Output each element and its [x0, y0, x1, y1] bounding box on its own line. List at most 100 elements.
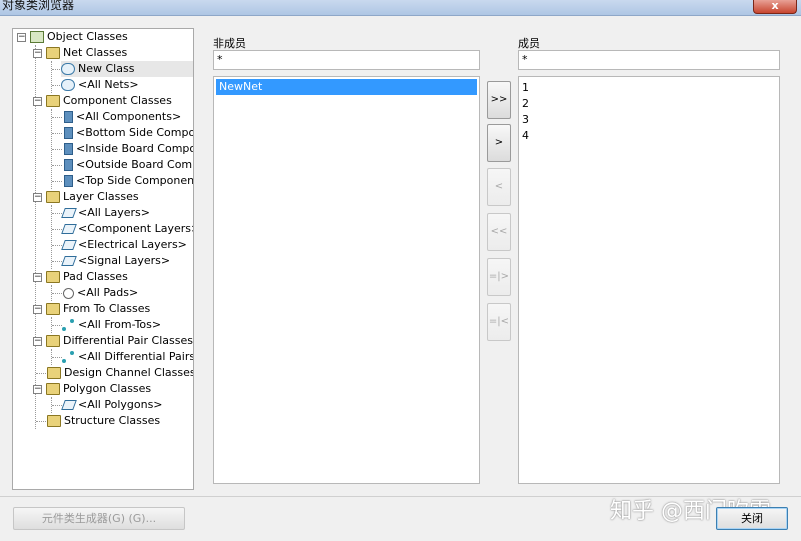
- tree-group-design-channel-classes[interactable]: Design Channel Classes: [47, 365, 194, 381]
- tree-group-layer-classes[interactable]: − Layer Classes: [33, 189, 139, 205]
- tree-item-label: <Component Layers>: [78, 222, 194, 235]
- tree-item-all-from-tos[interactable]: <All From-Tos>: [61, 317, 161, 333]
- tree-item-label: <Electrical Layers>: [78, 238, 187, 251]
- remove-button[interactable]: <: [487, 168, 511, 206]
- collapse-icon[interactable]: −: [17, 32, 26, 42]
- tree-group-label: Polygon Classes: [63, 382, 152, 395]
- net-icon: [61, 79, 75, 91]
- tree-item-label: <All Pads>: [77, 286, 139, 299]
- tree-item-label: <All Polygons>: [78, 398, 163, 411]
- tree-item-label: <All Components>: [76, 110, 182, 123]
- tree-root-label: Object Classes: [47, 30, 128, 43]
- tree-group-label: Design Channel Classes: [64, 366, 194, 379]
- tree-group-label: Layer Classes: [63, 190, 139, 203]
- tree-item-component-layers[interactable]: <Component Layers>: [61, 221, 194, 237]
- layer-icon: [61, 224, 77, 234]
- add-all-button[interactable]: >>: [487, 81, 511, 119]
- title-bar: 对象类浏览器 x: [0, 0, 801, 16]
- folder-icon: [46, 271, 60, 283]
- members-list[interactable]: 1 2 3 4: [518, 76, 780, 484]
- component-icon: [64, 111, 73, 123]
- tree-item-all-components[interactable]: <All Components>: [61, 109, 181, 125]
- tree-item-inside-board-components[interactable]: <Inside Board Compo: [61, 141, 194, 157]
- folder-icon: [47, 415, 61, 427]
- members-label: 成员: [518, 37, 540, 50]
- add-button[interactable]: >: [487, 124, 511, 162]
- tree-item-label: <Bottom Side Compon: [76, 126, 194, 139]
- members-filter-input[interactable]: *: [518, 50, 780, 70]
- tree-group-label: Structure Classes: [64, 414, 161, 427]
- tree-item-outside-board-components[interactable]: <Outside Board Comp: [61, 157, 194, 173]
- remove-special-button[interactable]: =|<: [487, 303, 511, 341]
- tree-item-all-polygons[interactable]: <All Polygons>: [61, 397, 163, 413]
- tree-item-label: New Class: [78, 62, 135, 75]
- layer-icon: [61, 256, 77, 266]
- tree-group-structure-classes[interactable]: Structure Classes: [47, 413, 160, 429]
- list-item[interactable]: 3: [519, 112, 779, 128]
- add-special-button[interactable]: =|>: [487, 258, 511, 296]
- tree-group-net-classes[interactable]: − Net Classes: [33, 45, 127, 61]
- tree-group-label: From To Classes: [63, 302, 151, 315]
- component-icon: [64, 127, 73, 139]
- from-to-icon: [61, 319, 75, 331]
- tree-item-signal-layers[interactable]: <Signal Layers>: [61, 253, 170, 269]
- tree-root[interactable]: − Object Classes: [17, 29, 128, 45]
- non-members-list[interactable]: NewNet: [213, 76, 480, 484]
- tree-item-label: <Inside Board Compo: [76, 142, 194, 155]
- window-title: 对象类浏览器: [2, 0, 75, 12]
- list-item[interactable]: 2: [519, 96, 779, 112]
- collapse-icon[interactable]: −: [33, 384, 42, 394]
- tree-item-all-layers[interactable]: <All Layers>: [61, 205, 150, 221]
- tree-group-pad-classes[interactable]: − Pad Classes: [33, 269, 128, 285]
- tree-item-label: <Outside Board Comp: [76, 158, 194, 171]
- tree-item-all-nets[interactable]: <All Nets>: [61, 77, 139, 93]
- tree-item-top-side-components[interactable]: <Top Side Componen: [61, 173, 194, 189]
- tree-connector: [51, 205, 52, 269]
- collapse-icon[interactable]: −: [33, 272, 42, 282]
- component-icon: [64, 143, 73, 155]
- tree-group-from-to-classes[interactable]: − From To Classes: [33, 301, 150, 317]
- collapse-icon[interactable]: −: [33, 336, 42, 346]
- component-icon: [64, 159, 73, 171]
- object-class-tree[interactable]: − Object Classes − Net Classes New Class…: [12, 28, 194, 490]
- non-members-label: 非成员: [213, 37, 246, 50]
- list-item[interactable]: NewNet: [216, 79, 477, 95]
- close-button[interactable]: 关闭: [716, 507, 788, 530]
- tree-item-label: <All Layers>: [78, 206, 150, 219]
- collapse-icon[interactable]: −: [33, 48, 42, 58]
- collapse-icon[interactable]: −: [33, 304, 42, 314]
- pad-icon: [63, 287, 74, 299]
- component-class-generator-button[interactable]: 元件类生成器(G) (G)...: [13, 507, 185, 530]
- tree-group-label: Component Classes: [63, 94, 172, 107]
- tree-group-polygon-classes[interactable]: − Polygon Classes: [33, 381, 151, 397]
- tree-group-label: Differential Pair Classes: [63, 334, 193, 347]
- tree-item-new-class[interactable]: New Class: [61, 61, 193, 77]
- list-item[interactable]: 4: [519, 128, 779, 144]
- tree-group-differential-pair-classes[interactable]: − Differential Pair Classes: [33, 333, 193, 349]
- list-item[interactable]: 1: [519, 80, 779, 96]
- folder-icon: [46, 47, 60, 59]
- tree-item-bottom-side-components[interactable]: <Bottom Side Compon: [61, 125, 194, 141]
- collapse-icon[interactable]: −: [33, 96, 42, 106]
- tree-item-label: <All Nets>: [78, 78, 139, 91]
- tree-item-all-differential-pairs[interactable]: <All Differential Pairs>: [61, 349, 194, 365]
- layer-icon: [61, 240, 77, 250]
- collapse-icon[interactable]: −: [33, 192, 42, 202]
- folder-icon: [46, 191, 60, 203]
- remove-all-button[interactable]: <<: [487, 213, 511, 251]
- tree-item-label: <Top Side Componen: [76, 174, 194, 187]
- non-members-filter-input[interactable]: *: [213, 50, 480, 70]
- tree-item-electrical-layers[interactable]: <Electrical Layers>: [61, 237, 187, 253]
- tree-group-component-classes[interactable]: − Component Classes: [33, 93, 172, 109]
- folder-icon: [46, 383, 60, 395]
- tree-item-all-pads[interactable]: <All Pads>: [61, 285, 138, 301]
- tree-item-label: <Signal Layers>: [78, 254, 171, 267]
- window-close-button[interactable]: x: [753, 0, 797, 14]
- net-icon: [61, 63, 75, 75]
- tree-item-label: <All Differential Pairs>: [78, 350, 194, 363]
- object-classes-icon: [30, 31, 44, 43]
- component-icon: [64, 175, 73, 187]
- polygon-icon: [61, 400, 77, 410]
- tree-group-label: Net Classes: [63, 46, 128, 59]
- layer-icon: [61, 208, 77, 218]
